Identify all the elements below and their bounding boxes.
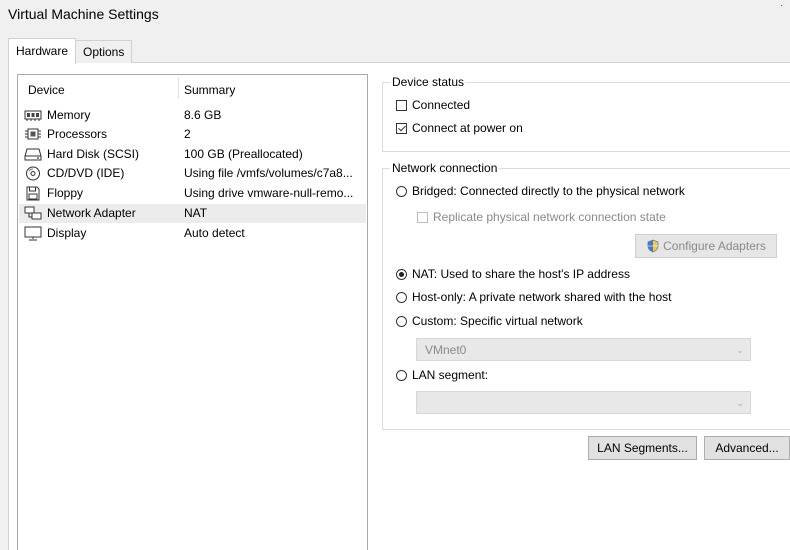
cd-dvd-icon (26, 166, 40, 181)
bridged-radio[interactable]: Bridged: Connected directly to the physi… (396, 184, 685, 198)
hard-disk-icon (24, 148, 42, 161)
shield-icon (647, 239, 659, 253)
nat-label: NAT: Used to share the host's IP address (412, 267, 630, 281)
checkbox-box[interactable] (417, 211, 428, 223)
replicate-label: Replicate physical network connection st… (433, 210, 666, 224)
processor-icon (25, 128, 41, 140)
device-name: Network Adapter (47, 206, 136, 220)
device-name: CD/DVD (IDE) (47, 166, 125, 180)
memory-icon (24, 110, 42, 121)
radio-circle[interactable] (396, 369, 407, 381)
nat-radio[interactable]: NAT: Used to share the host's IP address (396, 267, 630, 281)
custom-radio[interactable]: Custom: Specific virtual network (396, 314, 583, 328)
radio-circle[interactable] (396, 185, 407, 197)
column-header-summary[interactable]: Summary (184, 83, 235, 97)
device-summary: Using file /vmfs/volumes/c7a8... (184, 166, 353, 180)
connect-at-power-on-label: Connect at power on (412, 121, 523, 135)
device-row-memory[interactable]: Memory 8.6 GB (19, 106, 366, 125)
host-only-label: Host-only: A private network shared with… (412, 290, 672, 304)
connected-checkbox[interactable]: Connected (396, 98, 470, 112)
device-status-label: Device status (390, 75, 467, 89)
column-header-device[interactable]: Device (28, 83, 65, 97)
column-divider[interactable] (178, 77, 179, 99)
device-summary: Using drive vmware-null-remo... (184, 186, 354, 200)
device-summary: 2 (184, 127, 191, 141)
device-name: Floppy (47, 186, 84, 200)
network-adapter-icon (24, 206, 42, 220)
lan-segment-select[interactable]: ⌄ (416, 391, 751, 414)
device-name: Display (47, 226, 87, 240)
vmnet-select[interactable]: VMnet0 ⌄ (416, 338, 751, 361)
radio-circle[interactable] (396, 268, 407, 280)
advanced-button[interactable]: Advanced... (704, 436, 790, 460)
floppy-icon (26, 186, 40, 201)
radio-circle[interactable] (396, 291, 407, 303)
vmnet-value: VMnet0 (425, 343, 467, 357)
device-summary: 100 GB (Preallocated) (184, 147, 303, 161)
device-name: Hard Disk (SCSI) (47, 147, 140, 161)
device-summary: 8.6 GB (184, 108, 222, 122)
device-row-floppy[interactable]: Floppy Using drive vmware-null-remo... (19, 184, 366, 203)
device-name: Memory (47, 108, 91, 122)
device-summary: NAT (184, 206, 208, 220)
bridged-label: Bridged: Connected directly to the physi… (412, 184, 685, 198)
replicate-checkbox[interactable]: Replicate physical network connection st… (417, 210, 666, 224)
device-row-cd-dvd[interactable]: CD/DVD (IDE) Using file /vmfs/volumes/c7… (19, 164, 366, 183)
display-icon (24, 226, 42, 241)
device-list[interactable]: Device Summary Memory 8.6 GB Processors … (17, 74, 368, 550)
lan-segment-radio[interactable]: LAN segment: (396, 368, 488, 382)
configure-adapters-label: Configure Adapters (663, 239, 766, 253)
network-connection-label: Network connection (390, 161, 500, 175)
tab-hardware[interactable]: Hardware (8, 38, 77, 64)
close-icon[interactable]: ˙ (780, 4, 784, 16)
device-row-hard-disk[interactable]: Hard Disk (SCSI) 100 GB (Preallocated) (19, 145, 366, 164)
custom-label: Custom: Specific virtual network (412, 314, 583, 328)
radio-circle[interactable] (396, 315, 407, 327)
lan-segment-label: LAN segment: (412, 368, 489, 382)
device-row-display[interactable]: Display Auto detect (19, 224, 366, 243)
checkbox-box[interactable] (396, 122, 407, 134)
chevron-down-icon: ⌄ (736, 398, 744, 408)
device-row-network-adapter[interactable]: Network Adapter NAT (19, 204, 366, 223)
checkbox-box[interactable] (396, 99, 407, 111)
chevron-down-icon: ⌄ (736, 345, 744, 355)
device-name: Processors (47, 127, 108, 141)
connect-at-power-on-checkbox[interactable]: Connect at power on (396, 121, 523, 135)
host-only-radio[interactable]: Host-only: A private network shared with… (396, 290, 671, 304)
device-summary: Auto detect (184, 226, 245, 240)
device-status-group (382, 82, 790, 152)
tab-options[interactable]: Options (75, 40, 133, 63)
window-title: Virtual Machine Settings (8, 6, 159, 22)
configure-adapters-button[interactable]: Configure Adapters (635, 234, 777, 258)
device-row-processors[interactable]: Processors 2 (19, 125, 366, 144)
connected-label: Connected (412, 98, 471, 112)
lan-segments-button[interactable]: LAN Segments... (588, 436, 697, 460)
